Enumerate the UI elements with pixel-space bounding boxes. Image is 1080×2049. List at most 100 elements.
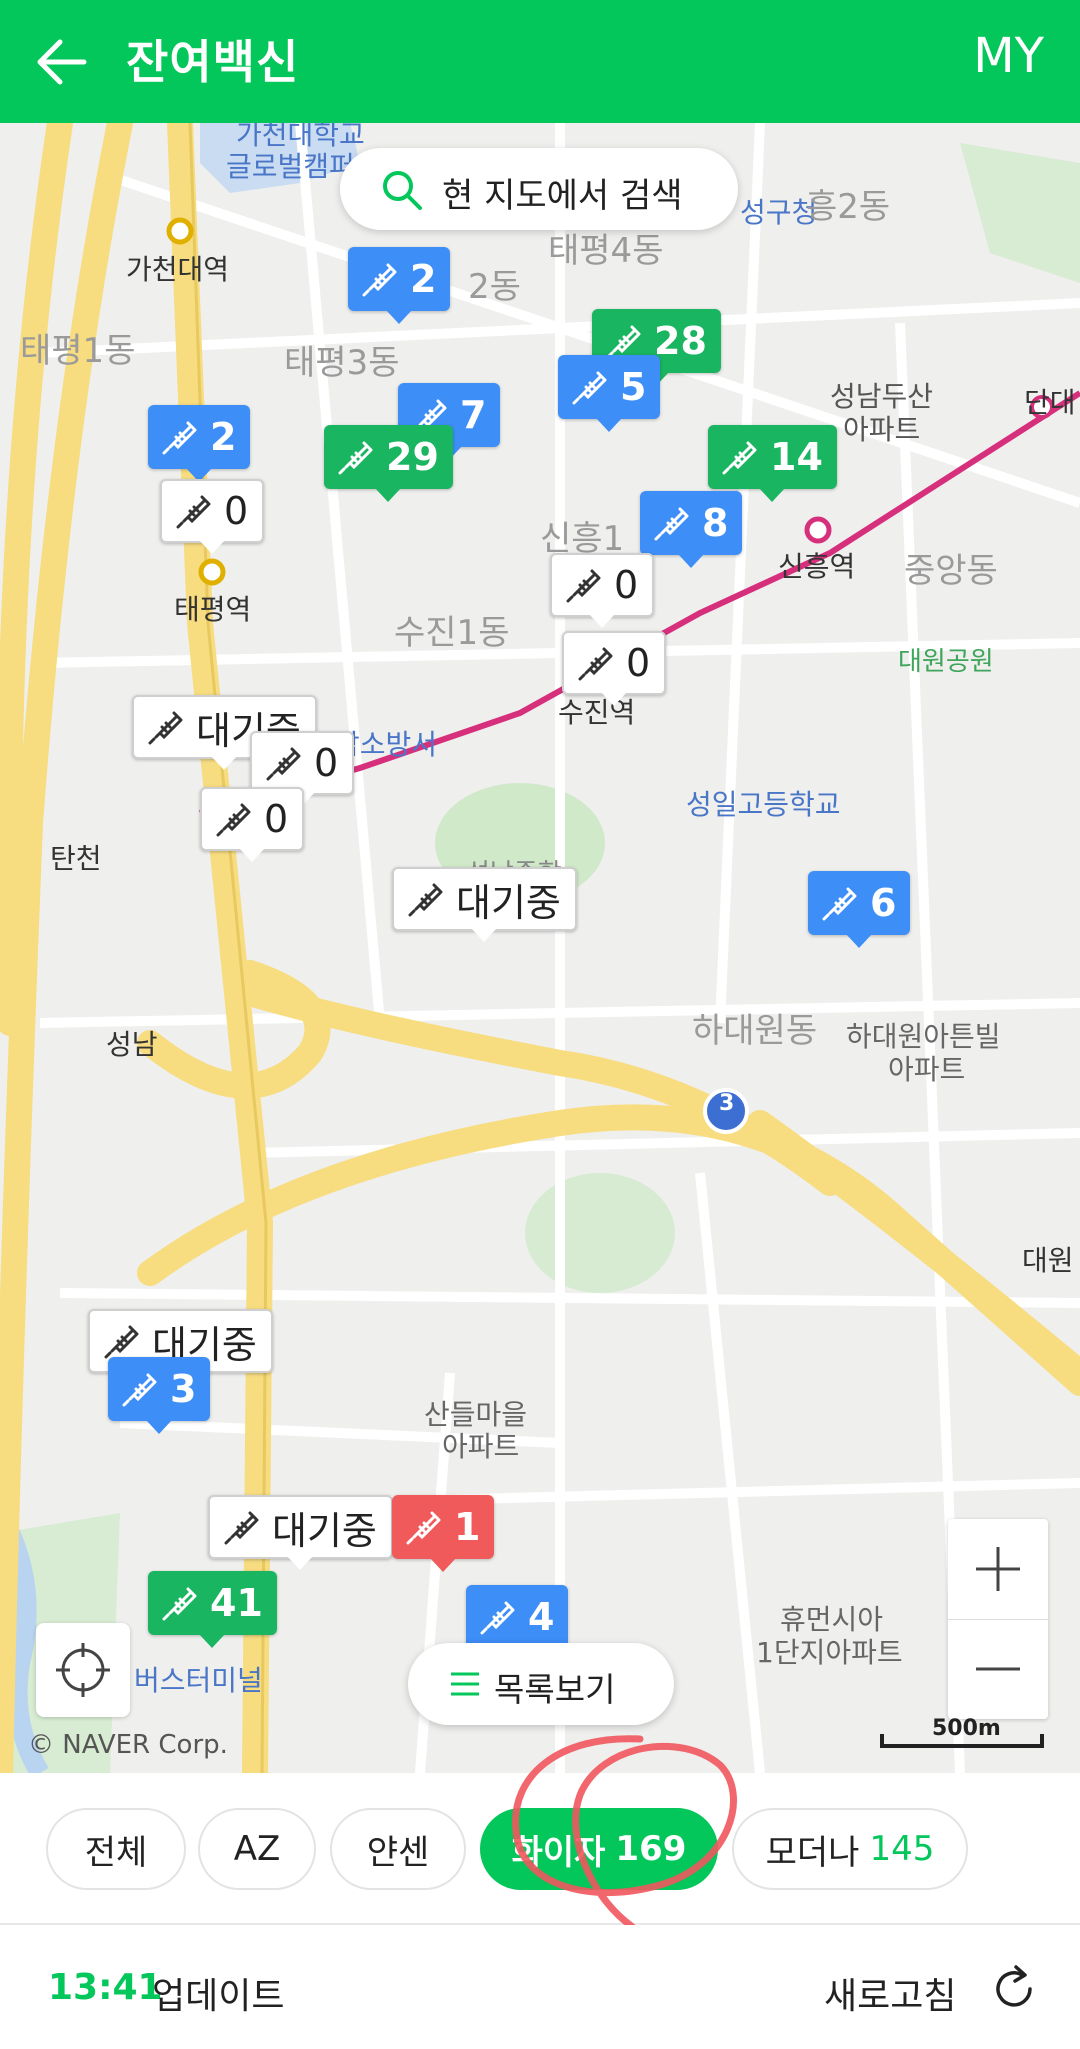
map-label: 아파트 (843, 413, 921, 446)
syringe-icon (822, 887, 857, 921)
vaccine-marker-red[interactable]: 1 (392, 1495, 495, 1572)
marker-count: 7 (460, 393, 487, 437)
vaccine-marker-white[interactable]: 0 (160, 479, 265, 554)
syringe-icon (566, 569, 601, 603)
marker-count: 대기중 (456, 880, 561, 925)
vaccine-marker-white[interactable]: 0 (250, 731, 355, 806)
filter-count: 145 (869, 1829, 935, 1869)
map-label: 흥2동 (806, 187, 891, 227)
list-icon (451, 1672, 479, 1696)
syringe-icon (578, 647, 613, 681)
refresh-button[interactable]: 새로고침 (824, 1967, 956, 2019)
crosshair-icon (56, 1643, 110, 1697)
vaccine-marker-green[interactable]: 29 (324, 425, 453, 502)
route-3-label: 3 (719, 1091, 735, 1116)
marker-count: 41 (210, 1581, 263, 1625)
map-label: 가천대역 (126, 253, 230, 286)
refresh-icon[interactable] (988, 1963, 1040, 2015)
vaccine-marker-white[interactable]: 0 (562, 631, 667, 706)
map-label: 대원공원 (898, 647, 994, 677)
vaccine-marker-blue[interactable]: 6 (808, 871, 911, 948)
map-label: 대원 (1022, 1244, 1074, 1277)
syringe-icon (162, 1587, 197, 1621)
syringe-icon (216, 803, 251, 837)
map-label: 아파트 (442, 1430, 520, 1463)
map-label: 하대원동 (692, 1011, 818, 1051)
search-this-area-label: 현 지도에서 검색 (442, 176, 683, 216)
map-label: 수진1동 (394, 613, 510, 653)
vaccine-marker-white[interactable]: 대기중 (392, 867, 577, 942)
vaccine-marker-blue[interactable]: 2 (148, 405, 251, 482)
marker-count: 8 (702, 501, 729, 545)
zoom-controls (948, 1519, 1048, 1719)
zoom-in-icon[interactable] (948, 1519, 1048, 1619)
syringe-icon (224, 1511, 259, 1545)
filter-moderna-chip[interactable]: 모더나 145 (732, 1808, 968, 1890)
map-copyright: © NAVER Corp. (28, 1730, 228, 1760)
filter-all-chip[interactable]: 전체 (46, 1808, 186, 1890)
filter-az-chip[interactable]: AZ (198, 1808, 316, 1890)
marker-count: 4 (528, 1595, 555, 1639)
marker-count: 3 (170, 1367, 197, 1411)
filter-label: 전체 (84, 1832, 148, 1873)
marker-count: 대기중 (272, 1508, 377, 1553)
list-view-button[interactable]: 목록보기 (408, 1643, 674, 1725)
syringe-icon (266, 747, 301, 781)
filter-janssen-chip[interactable]: 얀센 (330, 1808, 466, 1890)
update-footer: 13:41 업데이트 새로고침 (0, 1925, 1080, 2049)
zoom-out-icon[interactable] (948, 1619, 1048, 1719)
syringe-icon (162, 421, 197, 455)
marker-count: 0 (614, 563, 639, 607)
syringe-icon (148, 711, 183, 745)
map-scale: 500m (880, 1716, 1044, 1750)
update-time: 13:41 (48, 1967, 163, 2008)
vaccine-marker-white[interactable]: 0 (550, 553, 655, 628)
syringe-icon (654, 507, 689, 541)
map-label: 태평역 (174, 593, 252, 626)
current-location-button[interactable] (36, 1623, 130, 1717)
syringe-icon (338, 441, 373, 475)
syringe-icon (406, 1511, 441, 1545)
map-label: 1단지아파트 (756, 1636, 903, 1669)
syringe-icon (176, 495, 211, 529)
marker-count: 29 (386, 435, 439, 479)
map-view[interactable]: 가천대학교 글로벌캠퍼스 가천대역 태평1동 태평3동 태평4동 2동 성구청 … (0, 123, 1080, 1773)
search-icon (383, 171, 422, 210)
map-label: 성일고등학교 (686, 788, 841, 821)
filter-label: AZ (233, 1829, 281, 1869)
syringe-icon (362, 263, 397, 297)
page-title: 잔여백신 (126, 35, 300, 89)
vaccine-marker-white[interactable]: 0 (200, 787, 305, 862)
app-header: 잔여백신 MY (0, 0, 1080, 123)
marker-count: 14 (770, 435, 823, 479)
map-label: 태평3동 (284, 343, 400, 383)
map-label: 중앙동 (904, 551, 998, 591)
search-this-area-button[interactable]: 현 지도에서 검색 (340, 148, 738, 230)
back-arrow-icon[interactable] (30, 30, 94, 94)
map-label: 성남 (106, 1028, 158, 1061)
syringe-icon (722, 441, 757, 475)
marker-count: 0 (626, 641, 651, 685)
vaccine-marker-blue[interactable]: 3 (108, 1357, 211, 1434)
marker-count: 2 (210, 415, 237, 459)
map-label: 신흥역 (778, 550, 856, 583)
map-label: 2동 (468, 267, 521, 307)
vaccine-marker-blue[interactable]: 8 (640, 491, 743, 568)
vaccine-marker-green[interactable]: 41 (148, 1571, 277, 1648)
list-view-label: 목록보기 (494, 1670, 616, 1709)
vaccine-marker-blue[interactable]: 5 (558, 355, 661, 432)
marker-count: 0 (314, 741, 339, 785)
vaccine-marker-blue[interactable]: 4 (466, 1585, 569, 1662)
marker-count: 0 (264, 797, 289, 841)
my-button[interactable]: MY (973, 28, 1044, 84)
marker-count: 0 (224, 489, 249, 533)
map-label: 태평1동 (20, 331, 136, 371)
vaccine-marker-white[interactable]: 대기중 (208, 1495, 393, 1570)
vaccine-marker-green[interactable]: 14 (708, 425, 837, 502)
vaccine-marker-blue[interactable]: 2 (348, 247, 451, 324)
marker-count: 2 (410, 257, 437, 301)
map-roads (0, 123, 1080, 1773)
map-label: 탄천 (50, 842, 102, 875)
marker-count: 1 (454, 1505, 481, 1549)
marker-count: 28 (654, 319, 707, 363)
